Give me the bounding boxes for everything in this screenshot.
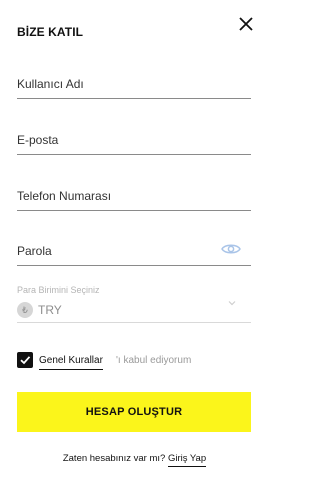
currency-select[interactable]: Para Birimini Seçiniz ₺ TRY: [17, 283, 251, 323]
close-icon[interactable]: [236, 14, 256, 34]
password-field: [17, 234, 251, 266]
currency-label: Para Birimini Seçiniz: [17, 285, 100, 295]
login-prompt: Zaten hesabınız var mı? Giriş Yap: [0, 453, 269, 467]
currency-value: TRY: [38, 303, 62, 317]
password-input[interactable]: [17, 244, 217, 258]
check-icon: [20, 356, 31, 365]
phone-input[interactable]: [17, 189, 217, 203]
create-account-button[interactable]: HESAP OLUŞTUR: [17, 392, 251, 432]
eye-icon[interactable]: [221, 242, 241, 256]
email-field: [17, 123, 251, 155]
username-input[interactable]: [17, 77, 217, 91]
login-link[interactable]: Giriş Yap: [167, 453, 207, 467]
page-title: BİZE KATIL: [17, 25, 84, 39]
lira-icon: ₺: [17, 302, 33, 318]
login-prompt-text: Zaten hesabınız var mı?: [62, 453, 166, 464]
terms-row: Genel Kurallar 'ı kabul ediyorum: [17, 352, 251, 372]
terms-checkbox[interactable]: [17, 352, 33, 368]
email-input[interactable]: [17, 133, 217, 147]
header: BİZE KATIL: [0, 0, 269, 60]
terms-link[interactable]: Genel Kurallar: [39, 355, 103, 370]
chevron-down-icon: [227, 294, 237, 306]
phone-field: [17, 179, 251, 211]
username-field: [17, 67, 251, 99]
terms-text: 'ı kabul ediyorum: [116, 355, 192, 366]
